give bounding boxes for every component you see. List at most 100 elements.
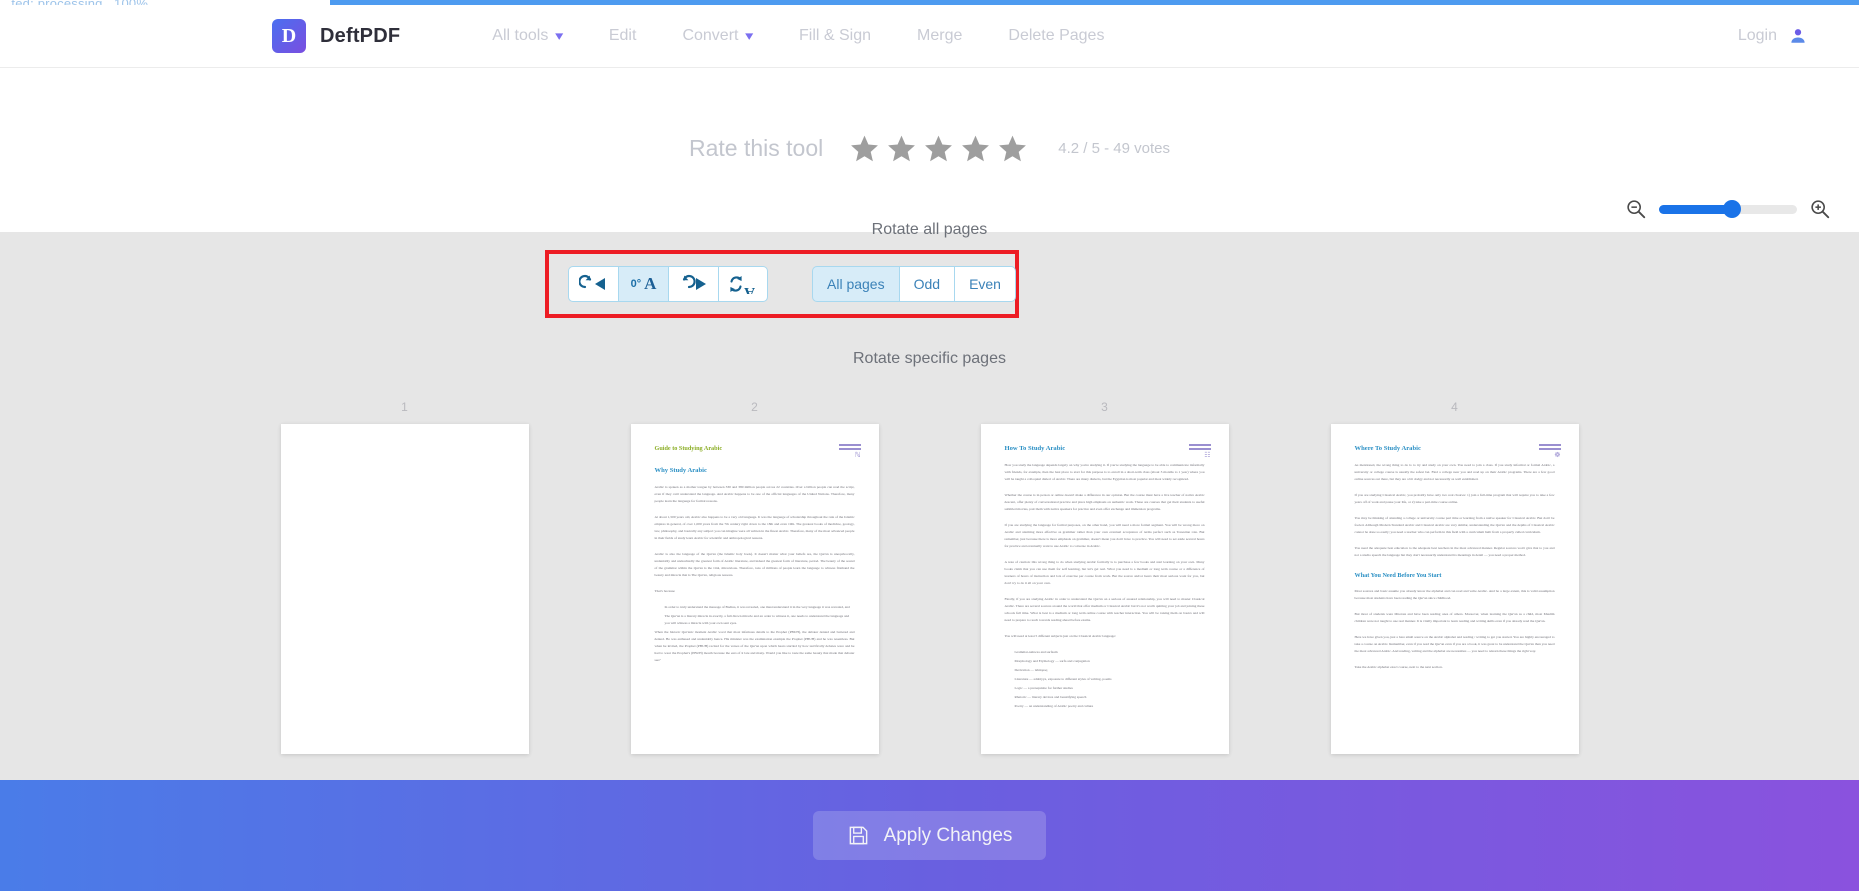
doc-paragraph: As mentioned, the wrong thing to do is t…: [1354, 463, 1555, 481]
doc-paragraph: Arabic is also the language of the Qur'a…: [654, 552, 855, 577]
page-preview[interactable]: [280, 424, 529, 754]
rotate-degree-display[interactable]: 0° A: [618, 266, 668, 302]
bottom-action-bar: Apply Changes: [0, 780, 1859, 891]
rotate-specific-pages-title: Rotate specific pages: [853, 350, 1006, 367]
apply-changes-label: Apply Changes: [883, 824, 1013, 846]
nav-label: All tools: [492, 27, 549, 44]
user-avatar-icon: [1791, 29, 1805, 43]
page-scope-group: All pages Odd Even: [812, 266, 1016, 302]
doc-paragraph: You may be thinking of attending a colle…: [1354, 516, 1555, 534]
doc-list-item: Grammar-nahwaa and sarfaam: [1014, 650, 1058, 654]
rotate-toolbar-highlight: 0° A A All pages Odd Even: [545, 250, 1019, 318]
rotate-cw-icon: [682, 274, 706, 290]
doc-heading: Why Study Arabic: [654, 467, 707, 474]
nav-item-edit[interactable]: Edit: [609, 27, 637, 45]
zoom-slider-handle[interactable]: [1723, 200, 1742, 218]
doc-list-item: Rhetoric — literary devices and beautify…: [1014, 695, 1087, 699]
doc-subhead: You will need at least 5 different subje…: [1004, 634, 1116, 638]
nav-label: Fill & Sign: [799, 27, 872, 44]
doc-list-item: The Qur'an is a literary miracle in exac…: [664, 614, 850, 625]
nav-item-all-tools[interactable]: All tools ▾: [492, 27, 563, 45]
rating-section: Rate this tool 4.2 / 5 - 49 votes: [0, 113, 1859, 183]
page-preview[interactable]: ☷ How To Study Arabic How you study the …: [980, 424, 1229, 754]
flip-button[interactable]: A: [718, 266, 768, 302]
doc-paragraph: A note of caution: this wrong thing to d…: [1004, 560, 1205, 585]
nav-item-fill-sign[interactable]: Fill & Sign: [799, 27, 871, 45]
doc-paragraph: Whether the course is in person or onlin…: [1004, 493, 1205, 511]
doc-heading: How To Study Arabic: [1004, 445, 1066, 452]
doc-paragraph: Arabic is spoken as a mother tongue by b…: [654, 485, 855, 503]
doc-heading: Where To Study Arabic: [1354, 445, 1421, 452]
magnifier-plus-icon[interactable]: [1809, 198, 1831, 220]
doc-paragraph: If you are studying Classical Arabic, yo…: [1354, 493, 1555, 504]
nav-item-convert[interactable]: Convert ▾: [682, 27, 753, 45]
page-corner-mark: ℕ: [838, 444, 861, 459]
nav-label: Edit: [608, 27, 637, 44]
flip-vertical-icon: A: [730, 276, 755, 294]
star-rating-widget[interactable]: [849, 133, 1034, 164]
chevron-down-icon: ▾: [745, 28, 754, 43]
star-icon[interactable]: [960, 133, 991, 164]
magnifier-minus-icon[interactable]: [1625, 198, 1647, 220]
orientation-glyph: A: [644, 274, 657, 293]
doc-paragraph: You need the adequate best education to …: [1354, 546, 1555, 557]
doc-paragraph: If you are studying the language for for…: [1004, 523, 1205, 548]
rotate-all-pages-title: Rotate all pages: [871, 221, 988, 238]
login-label: Login: [1737, 27, 1777, 44]
zoom-control: [1625, 198, 1831, 220]
rotate-degree-label: 0°: [630, 278, 642, 290]
doc-paragraph: But most of students were illiterate and…: [1354, 612, 1555, 623]
star-icon[interactable]: [886, 133, 917, 164]
star-icon[interactable]: [923, 133, 954, 164]
main-nav: All tools ▾ Edit Convert ▾ Fill & Sign M…: [492, 27, 1104, 45]
scope-all-pages-button[interactable]: All pages: [812, 266, 899, 302]
rotate-ccw-icon: [578, 274, 605, 290]
doc-list-item: Logic — a prerequisite for further studi…: [1014, 686, 1073, 690]
nav-item-delete-pages[interactable]: Delete Pages: [1008, 27, 1104, 45]
brand-logo[interactable]: D DeftPDF: [272, 19, 400, 53]
doc-list-item: In order to truly understand the message…: [664, 605, 850, 609]
doc-paragraph: Finally, if you are studying Arabic in o…: [1004, 597, 1205, 622]
page-number-label: 1: [401, 400, 408, 414]
doc-paragraph: Most sources and basic assume you alread…: [1354, 589, 1555, 600]
doc-title: Guide to Studying Arabic: [654, 445, 723, 452]
zoom-slider-fill: [1659, 204, 1733, 214]
doc-subheading: What You Need Before You Start: [1354, 572, 1442, 579]
page-number-label: 3: [1101, 400, 1108, 414]
doc-list-item: Poetry — an understanding of Arabic poet…: [1014, 704, 1094, 708]
nav-item-merge[interactable]: Merge: [917, 27, 962, 45]
zoom-slider[interactable]: [1659, 200, 1797, 218]
scope-even-button[interactable]: Even: [954, 266, 1016, 302]
page-preview[interactable]: ☸ Where To Study Arabic As mentioned, th…: [1330, 424, 1579, 754]
doc-paragraph: Take the Arabic alphabet exact course, n…: [1354, 665, 1443, 669]
rotate-right-button[interactable]: [668, 266, 718, 302]
doc-list-item: Literature — adabiyya, exposure to diffe…: [1014, 677, 1112, 681]
page-preview[interactable]: ℕ Guide to Studying Arabic Why Study Ara…: [630, 424, 879, 754]
doc-list-item: Derivation — ishtiqaaq: [1014, 668, 1048, 672]
logo-mark: D: [272, 19, 306, 53]
doc-paragraph: When the historic Qur'anic moment Arabic…: [654, 630, 855, 662]
nav-label: Convert: [682, 27, 739, 44]
page-corner-glyph: ☷: [1204, 452, 1211, 459]
star-icon[interactable]: [849, 133, 880, 164]
doc-paragraph: Here we have given you, just a bare smal…: [1354, 635, 1555, 653]
login-button[interactable]: Login: [1738, 27, 1807, 45]
doc-subhead: That's because: [654, 589, 675, 593]
brand-name: DeftPDF: [320, 24, 401, 47]
page-corner-mark: ☷: [1188, 444, 1211, 459]
rotate-button-group: 0° A A: [568, 266, 768, 302]
svg-text:A: A: [744, 284, 755, 294]
apply-changes-button[interactable]: Apply Changes: [812, 811, 1047, 860]
chevron-down-icon: ▾: [555, 28, 564, 43]
doc-paragraph: How you study the language depends large…: [1004, 463, 1205, 481]
page-corner-glyph: ☸: [1554, 452, 1561, 459]
star-icon[interactable]: [997, 133, 1028, 164]
doc-paragraph: At about 1,500 years old, Arabic also ha…: [654, 515, 855, 540]
page-number-label: 2: [751, 400, 758, 414]
app-root: ...ted: processing...100% D DeftPDF All …: [0, 0, 1859, 891]
page-number-label: 4: [1451, 400, 1458, 414]
scope-odd-button[interactable]: Odd: [898, 266, 955, 302]
nav-label: Delete Pages: [1008, 27, 1105, 44]
rotate-left-button[interactable]: [568, 266, 618, 302]
save-floppy-icon: [849, 826, 867, 845]
